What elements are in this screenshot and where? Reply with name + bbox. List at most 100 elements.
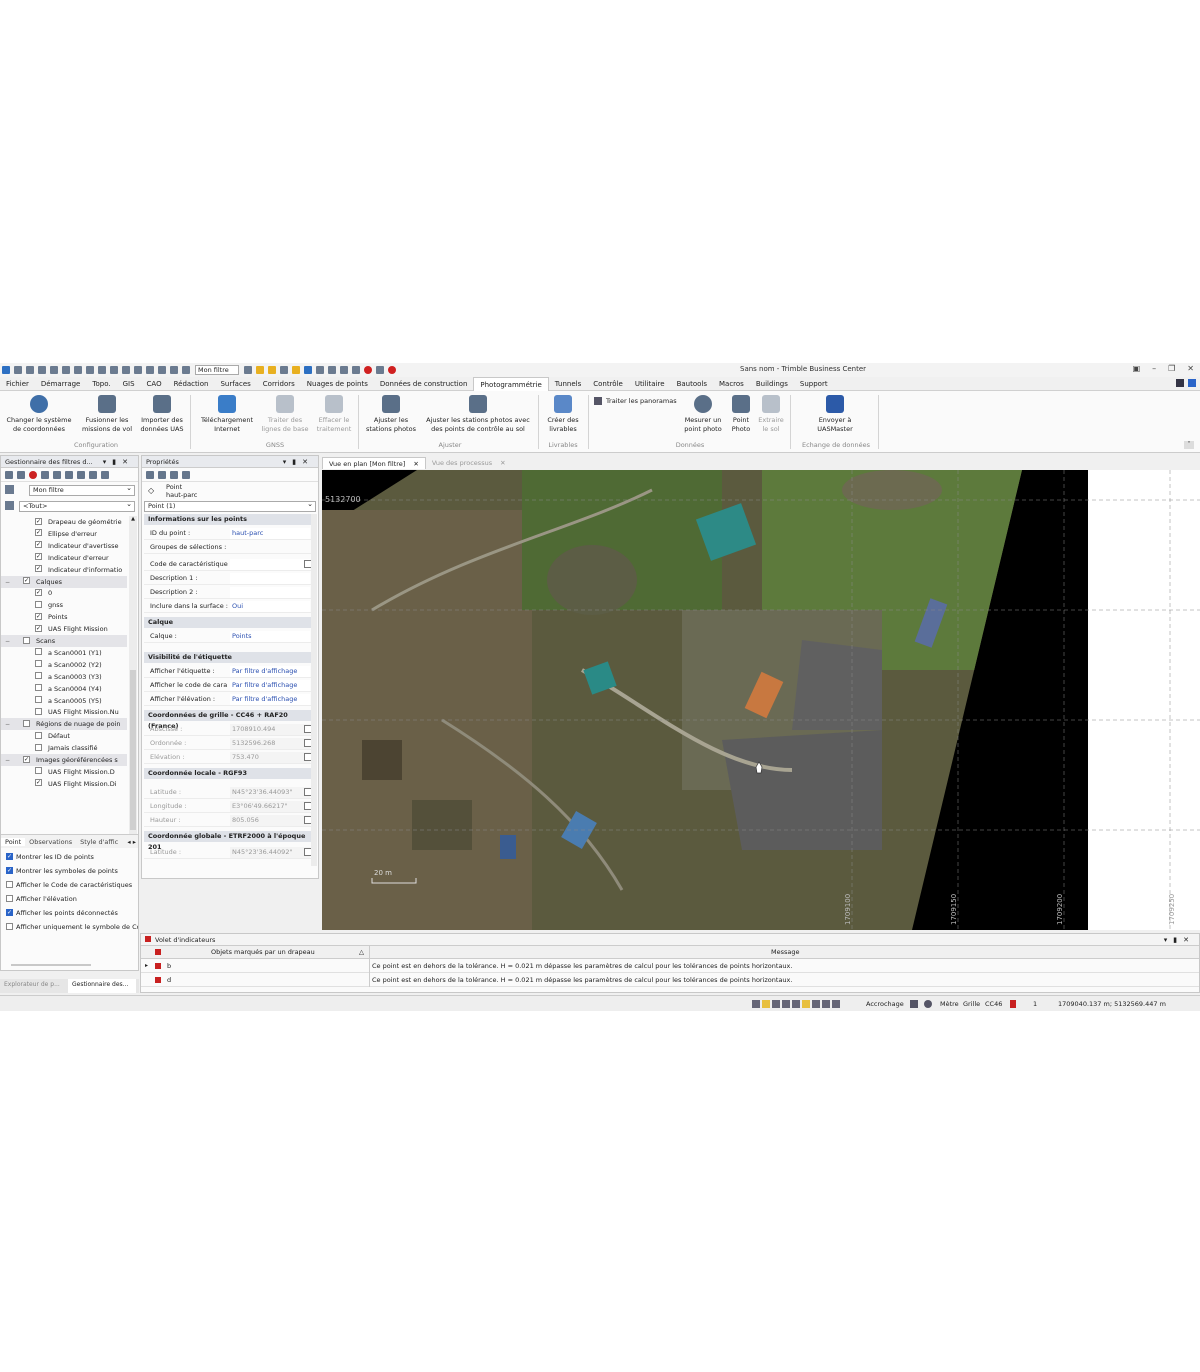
app-icon[interactable] (2, 366, 10, 374)
save-icon[interactable] (62, 366, 70, 374)
prop-desc2[interactable]: Description 2 : (144, 586, 314, 599)
layer-checkbox[interactable] (23, 636, 30, 644)
tree-item[interactable]: Drapeau de géométrie (1, 516, 127, 528)
option-checkbox[interactable] (6, 922, 13, 930)
line-icon[interactable] (158, 470, 166, 479)
stop-icon[interactable] (376, 366, 384, 374)
section-local-coords[interactable]: Coordonnée locale - RGF93 (144, 768, 314, 779)
internet-download-button[interactable]: Téléchargement Internet (196, 393, 258, 434)
horizontal-scrollbar[interactable] (11, 964, 91, 966)
option-checkbox[interactable] (6, 852, 13, 860)
prop-include-surface[interactable]: Inclure dans la surface : Oui (144, 600, 314, 613)
layer-checkbox[interactable] (35, 731, 42, 739)
layer-checkbox[interactable] (35, 553, 42, 561)
tab-filter-manager[interactable]: Gestionnaire des... (68, 979, 136, 993)
flag-icon[interactable] (1010, 1000, 1016, 1008)
option-checkbox[interactable] (6, 908, 13, 916)
layer-checkbox[interactable] (23, 755, 30, 763)
panel-buttons[interactable]: ▾▮✕ (1164, 934, 1195, 946)
tree-item[interactable]: a Scan0002 (Y2) (1, 659, 127, 671)
menu-item-1[interactable]: Démarrage (35, 377, 86, 391)
tree-item[interactable]: a Scan0005 (Y5) (1, 695, 127, 707)
snap-icon[interactable] (772, 1000, 780, 1008)
snap-icon[interactable] (832, 1000, 840, 1008)
filter-props-icon[interactable] (17, 470, 25, 479)
panel-buttons[interactable]: ▾▮✕ (103, 456, 134, 468)
close-tab-icon[interactable]: ✕ (413, 460, 418, 468)
undo-icon[interactable] (14, 366, 22, 374)
col-message[interactable]: Message (771, 946, 800, 959)
snap-icon[interactable] (782, 1000, 790, 1008)
restore-icon[interactable]: ▣ (1133, 364, 1141, 373)
import-uas-button[interactable]: Importer des données UAS (138, 393, 186, 434)
coord-system-label[interactable]: CC46 (985, 996, 1002, 1011)
eye-icon[interactable] (182, 366, 190, 374)
record-icon[interactable] (364, 366, 372, 374)
option-checkbox[interactable] (6, 894, 13, 902)
section-global-coords[interactable]: Coordonnée globale - ETRF2000 à l'époque… (144, 831, 314, 851)
snap-icon[interactable] (802, 1000, 810, 1008)
move-icon[interactable] (41, 470, 49, 479)
rectangle-icon[interactable] (316, 366, 324, 374)
tab-process-view[interactable]: Vue des processus ✕ (426, 457, 512, 469)
menu-item-13[interactable]: Utilitaire (629, 377, 671, 391)
display-option[interactable]: Montrer les ID de points (1, 850, 138, 864)
adjust-stations-button[interactable]: Ajuster les stations photos (362, 393, 420, 434)
tree-item[interactable]: Indicateur d'avertisse (1, 540, 127, 552)
tree-group[interactable]: −Images géoréférencées s (1, 754, 127, 766)
tree-item[interactable]: a Scan0001 (Y1) (1, 647, 127, 659)
tree-item[interactable]: a Scan0004 (Y4) (1, 683, 127, 695)
layer-checkbox[interactable] (35, 684, 42, 692)
tree-item[interactable]: Ellipse d'erreur (1, 528, 127, 540)
display-option[interactable]: Montrer les symboles de points (1, 864, 138, 878)
orthophoto-map[interactable]: 5132700 1709100 1709150 1709200 1709250 … (322, 470, 1200, 930)
tree-item[interactable]: UAS Flight Mission.Nu (1, 706, 127, 718)
delete-icon[interactable] (29, 470, 37, 479)
layer-checkbox[interactable] (23, 577, 30, 584)
prop-longitude[interactable]: Longitude : E3°06'49.66217" (144, 800, 314, 813)
selection-combo[interactable]: Point (1) (144, 500, 316, 512)
display-option[interactable]: Afficher uniquement le symbole de Code c (1, 920, 138, 934)
layer-checkbox[interactable] (23, 719, 30, 727)
globe-icon[interactable] (924, 1000, 932, 1008)
menu-item-15[interactable]: Macros (713, 377, 750, 391)
properties-scrollbar[interactable] (311, 514, 317, 866)
display-option[interactable]: Afficher l'élévation (1, 892, 138, 906)
tree-item[interactable]: gnss (1, 599, 127, 611)
refresh-icon[interactable] (1188, 379, 1196, 387)
clear-processing-button[interactable]: Effacer le traitement (314, 393, 354, 434)
prop-show-label[interactable]: Afficher l'étiquette : Par filtre d'affic… (144, 665, 314, 678)
menu-item-11[interactable]: Tunnels (549, 377, 587, 391)
layer-checkbox[interactable] (35, 779, 42, 787)
filter-save-icon[interactable] (101, 470, 109, 479)
menu-item-12[interactable]: Contrôle (587, 377, 629, 391)
layer-checkbox[interactable] (35, 529, 42, 537)
section-grid-coords[interactable]: Coordonnées de grille - CC46 + RAF20 (Fr… (144, 710, 314, 730)
unit-label[interactable]: Mètre (940, 996, 959, 1011)
gallery-icon[interactable] (170, 366, 178, 374)
tree-item[interactable]: Indicateur d'informatio (1, 564, 127, 576)
line-icon[interactable] (352, 366, 360, 374)
scroll-up-icon[interactable]: ▲ (129, 516, 137, 522)
cube-icon[interactable] (89, 470, 97, 479)
prop-height[interactable]: Hauteur :805.056 (144, 814, 314, 827)
filter-combo[interactable]: Mon filtre (195, 365, 239, 375)
tree-item[interactable]: a Scan0003 (Y3) (1, 671, 127, 683)
new-icon[interactable] (38, 366, 46, 374)
subtab-1[interactable]: Observations (25, 838, 76, 846)
layer-checkbox[interactable] (35, 743, 42, 751)
filter-edit-icon[interactable] (268, 366, 276, 374)
prop-code[interactable]: Code de caractéristique (144, 558, 314, 571)
pin-icon[interactable] (146, 470, 154, 479)
tree-group[interactable]: − Scans (1, 635, 127, 647)
option-checkbox[interactable] (6, 866, 13, 874)
close-icon[interactable]: ✕ (1187, 364, 1194, 373)
settings-icon[interactable] (86, 366, 94, 374)
adjust-with-control-button[interactable]: Ajuster les stations photos avec des poi… (424, 393, 532, 434)
image-icon[interactable] (158, 366, 166, 374)
layer-checkbox[interactable] (35, 707, 42, 715)
cube-icon[interactable] (65, 470, 73, 479)
layer-checkbox[interactable] (35, 612, 42, 620)
layer-checkbox[interactable] (35, 541, 42, 549)
layer-checkbox[interactable] (35, 600, 42, 608)
